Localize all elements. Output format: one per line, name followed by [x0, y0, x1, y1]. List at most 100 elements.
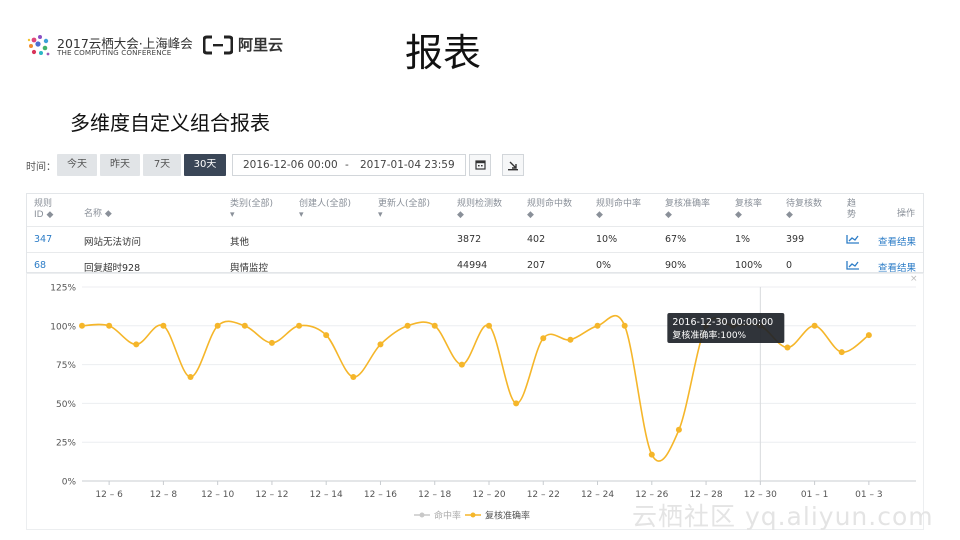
section-subtitle: 多维度自定义组合报表	[70, 111, 270, 135]
time-label: 时间：	[26, 162, 56, 173]
data-point[interactable]	[865, 332, 872, 339]
7days-button[interactable]: 7天	[143, 154, 181, 176]
data-point[interactable]	[106, 322, 113, 329]
y-tick-label: 25%	[56, 439, 76, 449]
tooltip-value: 复核准确率:100%	[672, 329, 746, 341]
page-title: 报表	[405, 31, 482, 75]
x-tick-label: 12 – 16	[364, 490, 397, 500]
row1-view-results-link[interactable]: 查看结果	[878, 234, 916, 248]
tooltip-title: 2016-12-30 00:00:00	[672, 317, 773, 328]
data-point[interactable]	[377, 341, 384, 348]
data-point[interactable]	[214, 322, 221, 329]
conference-logo: 2017云栖大会·上海峰会 THE COMPUTING CONFERENCE	[26, 30, 193, 62]
data-point[interactable]	[621, 322, 628, 329]
y-tick-label: 50%	[56, 400, 76, 410]
calendar-button[interactable]	[469, 154, 491, 176]
th-review-accuracy[interactable]: 复核准确率 ◆	[665, 199, 710, 221]
date-start: 2016-12-06 00:00	[243, 159, 338, 171]
row2-review-accuracy: 90%	[665, 260, 687, 271]
th-hits[interactable]: 规则命中数 ◆	[527, 199, 572, 221]
data-point[interactable]	[838, 349, 845, 356]
th-updater[interactable]: 更新人(全部) ▾	[378, 199, 430, 221]
row2-category: 舆情监控	[230, 263, 269, 274]
row1-hit-rate: 10%	[596, 234, 618, 245]
data-point[interactable]	[241, 322, 248, 329]
dot-globe-icon	[27, 35, 50, 56]
export-button[interactable]	[502, 154, 524, 176]
trend-chart-icon[interactable]	[846, 260, 860, 270]
th-detections[interactable]: 规则检测数 ◆	[457, 199, 502, 221]
yesterday-button[interactable]: 昨天	[100, 154, 140, 176]
data-point[interactable]	[458, 361, 465, 368]
th-trend: 趋 势	[847, 199, 857, 220]
data-point[interactable]	[187, 374, 194, 381]
x-tick-label: 12 – 20	[472, 490, 505, 500]
data-point[interactable]	[486, 322, 492, 329]
x-tick-label: 12 – 8	[150, 490, 178, 500]
row2-detections: 44994	[457, 260, 488, 271]
row1-hits: 402	[527, 234, 546, 245]
row2-review-rate: 100%	[735, 260, 763, 271]
x-tick-label: 12 – 10	[201, 490, 234, 500]
x-tick-label: 12 – 22	[527, 490, 560, 500]
y-tick-label: 0%	[62, 478, 77, 488]
row1-detections: 3872	[457, 234, 482, 245]
date-separator: -	[345, 159, 349, 171]
row2-rule-id[interactable]: 68	[34, 260, 46, 271]
data-point[interactable]	[431, 322, 438, 329]
x-tick-label: 12 – 14	[310, 490, 343, 500]
data-point[interactable]	[540, 335, 547, 342]
close-icon[interactable]: ×	[910, 274, 918, 284]
trend-chart-icon[interactable]	[846, 234, 860, 244]
aliyun-logo-text: 阿里云	[238, 36, 284, 54]
x-tick-label: 12 – 6	[95, 490, 123, 500]
data-point[interactable]	[79, 322, 85, 329]
data-point[interactable]	[404, 322, 411, 329]
data-point[interactable]	[268, 339, 275, 346]
row1-rule-id[interactable]: 347	[34, 234, 52, 245]
row2-hit-rate: 0%	[596, 260, 612, 271]
th-hit-rate[interactable]: 规则命中率 ◆	[596, 199, 641, 221]
date-end: 2017-01-04 23:59	[360, 159, 455, 171]
data-point[interactable]	[513, 400, 520, 407]
data-point[interactable]	[811, 322, 818, 329]
data-point[interactable]	[296, 322, 303, 329]
conference-subtitle: THE COMPUTING CONFERENCE	[57, 48, 172, 57]
aliyun-bracket-icon	[203, 35, 233, 55]
data-point[interactable]	[323, 332, 330, 339]
legend-review-accuracy-label[interactable]: 复核准确率	[485, 510, 530, 522]
review-accuracy-chart: 125% 100% 75% 50% 25% 0% 12 – 6 12 – 8 12 – 10 12…	[26, 273, 924, 530]
data-point[interactable]	[594, 322, 601, 329]
th-pending[interactable]: 待复核数 ◆	[786, 199, 822, 221]
watermark: 云栖社区 yq.aliyun.com	[632, 502, 934, 531]
y-tick-label: 75%	[56, 361, 76, 371]
data-point[interactable]	[648, 451, 655, 458]
data-point[interactable]	[160, 322, 167, 329]
today-button[interactable]: 今天	[57, 154, 97, 176]
legend-review-accuracy-marker	[470, 512, 476, 518]
th-creator[interactable]: 创建人(全部) ▾	[299, 199, 351, 221]
report-table: 规则 ID ◆ 名称 ◆ 类别(全部) ▾ 创建人(全部) ▾ 更新人(全部) ▾ 规…	[26, 193, 924, 274]
30days-button[interactable]: 30天	[184, 154, 226, 176]
calendar-icon	[475, 160, 486, 170]
data-point[interactable]	[784, 344, 791, 351]
th-rule-id[interactable]: 规则 ID ◆	[34, 199, 53, 221]
row1-category: 其他	[230, 237, 250, 248]
row2-name: 回复超时928	[84, 263, 141, 274]
y-tick-label: 125%	[50, 284, 76, 294]
data-point[interactable]	[133, 341, 140, 348]
data-point[interactable]	[675, 426, 682, 433]
row2-hits: 207	[527, 260, 546, 271]
data-point[interactable]	[567, 336, 574, 343]
legend-hit-rate-marker	[419, 512, 425, 518]
chart-canvas: 125% 100% 75% 50% 25% 0% 12 – 6 12 – 8 12 – 10 12…	[26, 273, 924, 530]
data-point[interactable]	[350, 374, 357, 381]
header-divider	[27, 226, 923, 227]
x-tick-label: 12 – 24	[581, 490, 614, 500]
row2-view-results-link[interactable]: 查看结果	[878, 260, 916, 274]
th-name[interactable]: 名称 ◆	[84, 209, 112, 220]
th-review-rate[interactable]: 复核率 ◆	[735, 199, 762, 221]
legend-hit-rate-label[interactable]: 命中率	[434, 510, 461, 522]
date-range-input[interactable]: 2016-12-06 00:00 - 2017-01-04 23:59	[232, 154, 466, 176]
th-category[interactable]: 类别(全部) ▾	[230, 199, 273, 221]
